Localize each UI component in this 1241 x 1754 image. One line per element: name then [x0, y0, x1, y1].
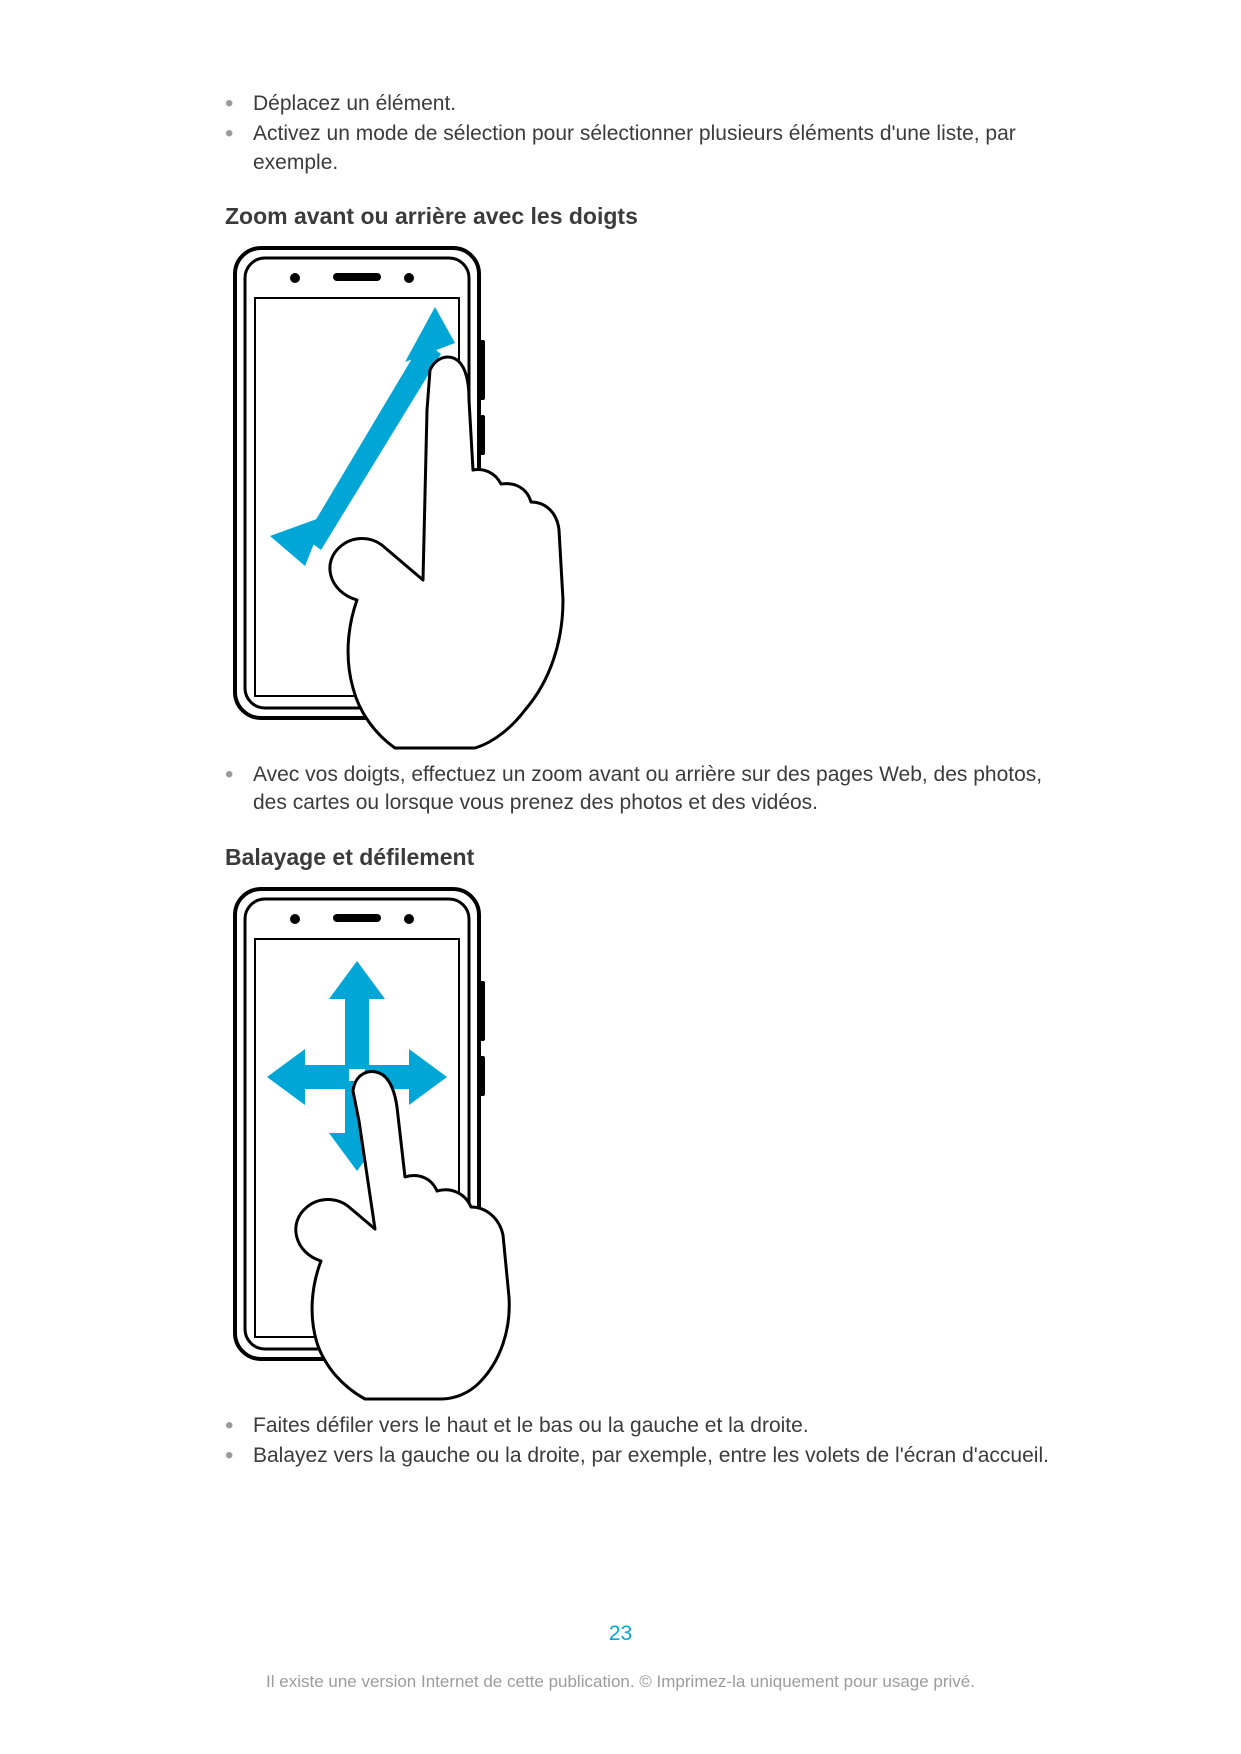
page-number: 23: [0, 1622, 1241, 1646]
list-item-text: Balayez vers la gauche ou la droite, par…: [253, 1444, 1049, 1467]
list-item: Faites défiler vers le haut et le bas ou…: [225, 1412, 1071, 1440]
list-item: Avec vos doigts, effectuez un zoom avant…: [225, 761, 1071, 818]
list-item-text: Avec vos doigts, effectuez un zoom avant…: [253, 763, 1042, 814]
pinch-zoom-icon: [225, 240, 625, 750]
list-item: Activez un mode de sélection pour sélect…: [225, 120, 1071, 177]
footer-note: Il existe une version Internet de cette …: [0, 1672, 1241, 1692]
page: Déplacez un élément. Activez un mode de …: [0, 0, 1241, 1754]
swipe-bullet-list: Faites défiler vers le haut et le bas ou…: [225, 1412, 1071, 1471]
page-content: Déplacez un élément. Activez un mode de …: [225, 90, 1071, 1470]
list-item: Déplacez un élément.: [225, 90, 1071, 118]
list-item: Balayez vers la gauche ou la droite, par…: [225, 1442, 1071, 1470]
list-item-text: Faites défiler vers le haut et le bas ou…: [253, 1414, 809, 1437]
section-heading-zoom: Zoom avant ou arrière avec les doigts: [225, 203, 1071, 230]
zoom-illustration: [225, 240, 1071, 755]
section-heading-swipe: Balayage et défilement: [225, 844, 1071, 871]
top-bullet-list: Déplacez un élément. Activez un mode de …: [225, 90, 1071, 177]
swipe-scroll-icon: [225, 881, 625, 1401]
list-item-text: Déplacez un élément.: [253, 92, 456, 115]
zoom-bullet-list: Avec vos doigts, effectuez un zoom avant…: [225, 761, 1071, 818]
list-item-text: Activez un mode de sélection pour sélect…: [253, 122, 1016, 173]
swipe-illustration: [225, 881, 1071, 1406]
